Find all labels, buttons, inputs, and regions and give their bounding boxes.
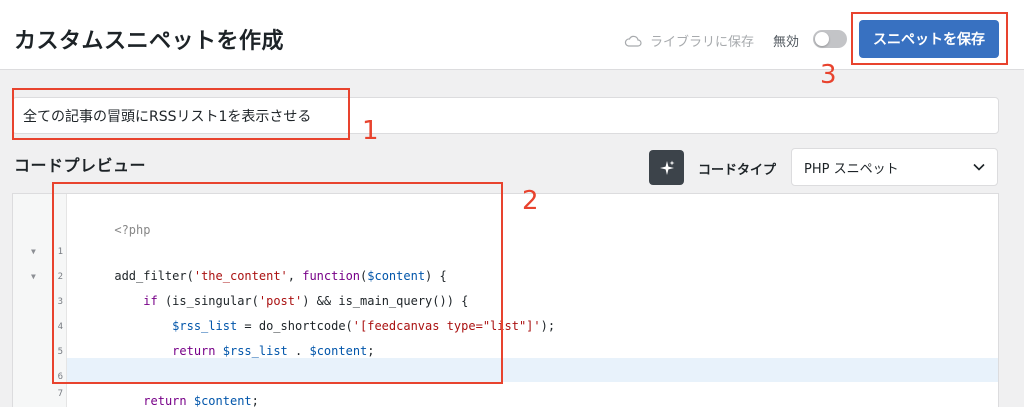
sparkle-icon [659,160,674,175]
active-toggle[interactable] [813,30,847,48]
line-number: ▼ 2 [13,265,67,289]
line-number: 3 [57,297,63,307]
code-area[interactable]: <?php ▼ 1 add_filter('the_content', funct… [31,194,998,407]
code-type-value: PHP スニペット [804,161,899,177]
code-line-2: ▼ 2 if (is_singular('post') && is_main_qu… [31,241,998,308]
cloud-icon [624,35,642,47]
line-number: 5 [57,347,63,357]
fold-arrow-icon[interactable]: ▼ [31,265,36,289]
annotation-number-2: 2 [522,186,539,216]
line-number: 4 [57,322,63,332]
page-title: カスタムスニペットを作成 [14,29,285,54]
chevron-down-icon [973,163,985,171]
code-preview-heading: コードプレビュー [14,156,147,175]
top-bar: カスタムスニペットを作成 ライブラリに保存 無効 スニペットを保存 [0,0,1024,70]
snippet-title-input[interactable]: 全ての記事の冒頭にRSSリスト1を表示させる [12,97,999,134]
line-number: ▼ 1 [13,240,67,264]
code-type-label: コードタイプ [698,163,777,178]
code-type-select[interactable]: PHP スニペット [791,148,998,186]
save-snippet-button[interactable]: スニペットを保存 [859,20,999,58]
status-label: 無効 [773,35,800,50]
code-line-4: 4 return $rss_list . $content; [58,291,998,358]
code-line-1: ▼ 1 add_filter('the_content', function($c… [31,216,998,283]
save-to-library-label: ライブラリに保存 [650,35,755,50]
line-number: 7 [57,389,63,399]
save-to-library-link[interactable]: ライブラリに保存 [624,31,754,50]
code-line-7-active: 7 }); [58,358,998,399]
annotation-number-3: 3 [820,60,837,90]
ai-generate-button[interactable] [649,150,684,185]
code-line-5: 5 } [58,316,998,383]
code-line-3: 3 $rss_list = do_shortcode('[feedcanvas … [58,266,998,333]
code-editor[interactable]: <?php ▼ 1 add_filter('the_content', funct… [12,193,999,407]
toggle-knob [815,32,829,46]
annotation-number-1: 1 [362,116,379,146]
fold-arrow-icon[interactable]: ▼ [31,240,36,264]
